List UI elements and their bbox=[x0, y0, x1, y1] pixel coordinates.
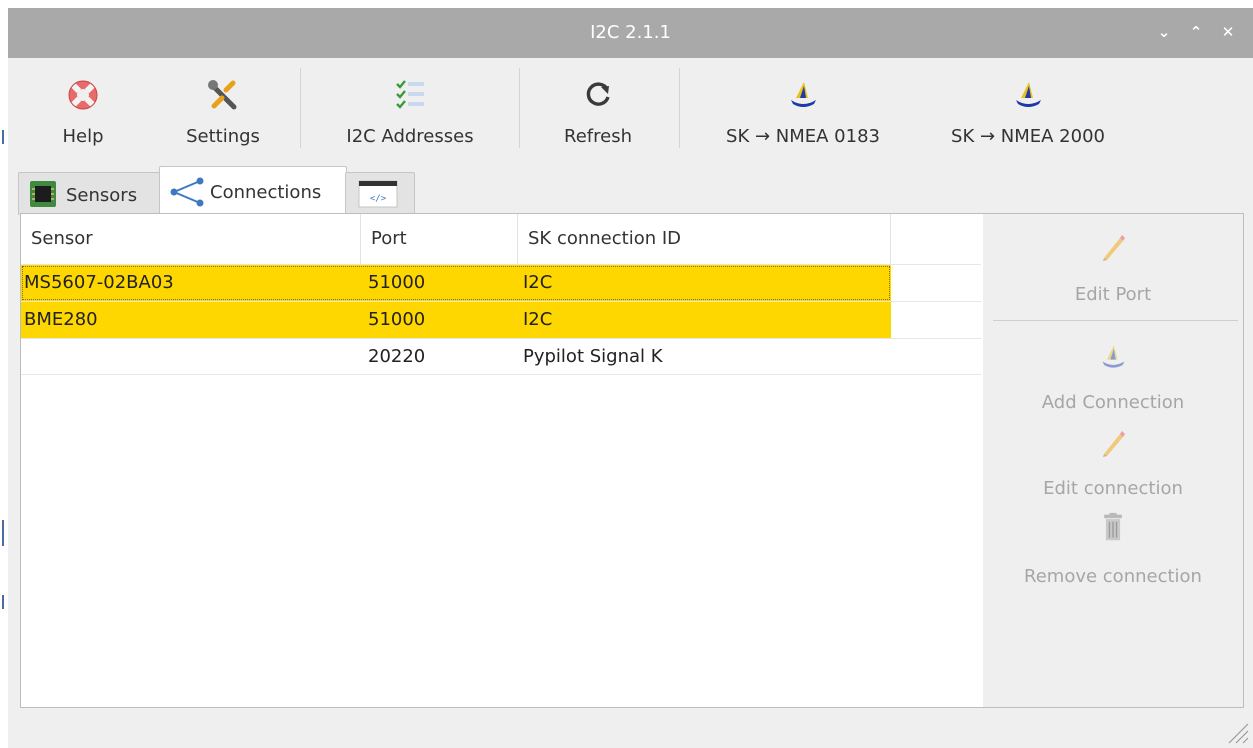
add-connection-label: Add Connection bbox=[1041, 392, 1185, 413]
tab-sensors-label: Sensors bbox=[66, 185, 138, 206]
toolbar: Help Settings I2C Addresses Refresh SK →… bbox=[8, 58, 1253, 164]
side-separator bbox=[993, 320, 1238, 321]
edge-marker bbox=[2, 520, 4, 546]
app-window: I2C 2.1.1 ⌄ ⌃ ✕ Help Settings I2C Addres… bbox=[8, 8, 1253, 748]
maximize-button[interactable]: ⌃ bbox=[1186, 20, 1206, 44]
refresh-icon bbox=[586, 82, 610, 106]
trash-icon bbox=[1104, 512, 1122, 541]
column-header-port[interactable]: Port bbox=[361, 214, 518, 264]
toolbar-separator bbox=[679, 68, 680, 148]
code-window-icon: </> bbox=[358, 180, 398, 208]
sk-to-nmea2000-button[interactable]: SK → NMEA 2000 bbox=[933, 66, 1123, 154]
table-header: Sensor Port SK connection ID bbox=[21, 214, 981, 265]
sk-to-nmea0183-label: SK → NMEA 0183 bbox=[726, 126, 880, 147]
connections-panel: Sensor Port SK connection ID MS5607-02BA… bbox=[20, 213, 1244, 708]
refresh-label: Refresh bbox=[564, 126, 632, 147]
remove-connection-button[interactable]: Remove connection bbox=[983, 512, 1243, 592]
close-button[interactable]: ✕ bbox=[1218, 20, 1238, 44]
settings-label: Settings bbox=[186, 126, 260, 147]
tab-connections[interactable]: Connections bbox=[159, 166, 347, 215]
cell-sensor: MS5607-02BA03 bbox=[24, 272, 174, 293]
cell-sk-connection-id: Pypilot Signal K bbox=[523, 346, 663, 367]
cell-port: 51000 bbox=[368, 272, 426, 293]
table-row[interactable]: BME280 51000 I2C bbox=[21, 302, 891, 338]
checklist-icon bbox=[396, 80, 424, 109]
wrench-screwdriver-icon bbox=[208, 80, 237, 110]
pencil-icon bbox=[1103, 235, 1125, 261]
left-screen-edge bbox=[0, 0, 8, 748]
pencil-icon bbox=[1103, 431, 1125, 457]
column-header-sk-connection-id[interactable]: SK connection ID bbox=[518, 214, 891, 264]
connection-actions: Edit Port Add Connection Edit connection bbox=[983, 214, 1243, 707]
resize-grip-icon[interactable] bbox=[1223, 718, 1249, 744]
i2c-addresses-label: I2C Addresses bbox=[346, 126, 474, 147]
tab-connections-label: Connections bbox=[210, 182, 322, 203]
help-button[interactable]: Help bbox=[48, 66, 118, 154]
status-bar bbox=[8, 708, 1253, 748]
share-nodes-icon bbox=[170, 177, 204, 207]
cell-sk-connection-id: I2C bbox=[523, 309, 553, 330]
svg-text:</>: </> bbox=[370, 194, 387, 204]
signalk-sailboat-icon bbox=[1102, 345, 1125, 368]
edge-marker bbox=[2, 130, 4, 144]
cell-port: 51000 bbox=[368, 309, 426, 330]
edge-marker bbox=[2, 595, 4, 609]
toolbar-separator bbox=[300, 68, 301, 148]
toolbar-separator bbox=[519, 68, 520, 148]
chip-icon bbox=[30, 181, 56, 207]
sk-to-nmea0183-button[interactable]: SK → NMEA 0183 bbox=[708, 66, 898, 154]
tab-sensors[interactable]: Sensors bbox=[18, 172, 161, 215]
lifebuoy-icon bbox=[68, 80, 98, 110]
signalk-sailboat-icon bbox=[1016, 82, 1041, 107]
minimize-button[interactable]: ⌄ bbox=[1154, 20, 1174, 44]
edit-port-button[interactable]: Edit Port bbox=[983, 224, 1243, 305]
table-row[interactable]: MS5607-02BA03 51000 I2C bbox=[21, 265, 891, 301]
add-connection-button[interactable]: Add Connection bbox=[983, 334, 1243, 414]
help-label: Help bbox=[62, 126, 104, 147]
edit-port-label: Edit Port bbox=[1074, 284, 1152, 305]
cell-sk-connection-id: I2C bbox=[523, 272, 553, 293]
edit-connection-label: Edit connection bbox=[1043, 478, 1183, 499]
refresh-button[interactable]: Refresh bbox=[553, 66, 643, 154]
signalk-sailboat-icon bbox=[791, 82, 816, 107]
cell-port: 20220 bbox=[368, 346, 426, 367]
remove-connection-label: Remove connection bbox=[1024, 566, 1202, 587]
tab-code[interactable]: </> bbox=[345, 172, 415, 215]
settings-button[interactable]: Settings bbox=[173, 66, 273, 154]
edit-connection-button[interactable]: Edit connection bbox=[983, 424, 1243, 504]
cell-sensor: BME280 bbox=[24, 309, 98, 330]
window-title: I2C 2.1.1 bbox=[590, 22, 671, 43]
title-bar[interactable]: I2C 2.1.1 ⌄ ⌃ ✕ bbox=[8, 8, 1253, 58]
column-header-sensor[interactable]: Sensor bbox=[21, 214, 361, 264]
i2c-addresses-button[interactable]: I2C Addresses bbox=[330, 66, 490, 154]
row-divider bbox=[21, 374, 981, 375]
sk-to-nmea2000-label: SK → NMEA 2000 bbox=[951, 126, 1105, 147]
table-row[interactable]: 20220 Pypilot Signal K bbox=[21, 339, 891, 375]
connections-table: Sensor Port SK connection ID MS5607-02BA… bbox=[21, 214, 981, 707]
